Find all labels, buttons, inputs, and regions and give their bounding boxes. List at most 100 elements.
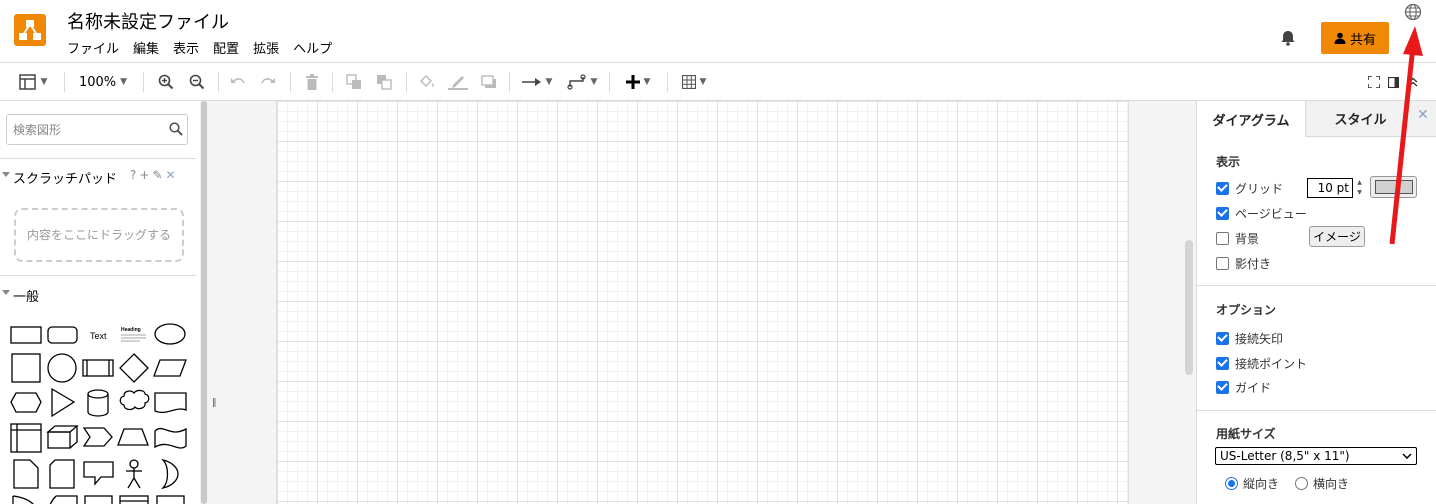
- grid-color-button[interactable]: [1370, 176, 1417, 198]
- menu-edit[interactable]: 編集: [133, 38, 165, 58]
- menu-extras[interactable]: 拡張: [253, 38, 285, 58]
- format-panel-button[interactable]: [1385, 63, 1401, 101]
- shape-textbox[interactable]: Heading: [121, 327, 146, 342]
- canvas-vertical-scrollbar[interactable]: [1185, 240, 1193, 375]
- fill-color-button[interactable]: [416, 63, 438, 101]
- shape-tape[interactable]: [154, 427, 187, 449]
- shadow-button[interactable]: [478, 63, 500, 101]
- paper-size-select[interactable]: US-Letter (8,5" x 11"): [1215, 447, 1417, 465]
- shape-internal-storage[interactable]: [10, 423, 42, 453]
- format-panel: ダイアグラム スタイル 表示 グリッド ページビュー 背景 影付き オプション …: [1196, 101, 1436, 504]
- pageview-checkbox[interactable]: [1216, 206, 1229, 220]
- delete-button[interactable]: [302, 63, 322, 101]
- shape-process[interactable]: [82, 359, 114, 377]
- scratchpad-header[interactable]: スクラッチパッド ? + ✎ ✕: [0, 166, 200, 188]
- edit-icon[interactable]: ✎: [152, 168, 162, 182]
- connection-points-checkbox[interactable]: [1216, 356, 1229, 370]
- format-panel-toggle-button[interactable]: ▼: [12, 63, 54, 101]
- grid-size-input[interactable]: [1307, 178, 1353, 198]
- shape-data-storage[interactable]: [48, 495, 78, 504]
- shape-cloud[interactable]: [119, 389, 150, 411]
- shape-swimlane[interactable]: [119, 495, 149, 504]
- shape-card[interactable]: [49, 459, 75, 489]
- add-icon[interactable]: +: [139, 168, 149, 182]
- guides-checkbox[interactable]: [1216, 380, 1229, 394]
- connection-points-option[interactable]: 接続ポイント: [1216, 354, 1307, 372]
- menu-arrange[interactable]: 配置: [213, 38, 245, 58]
- portrait-radio[interactable]: [1225, 476, 1238, 490]
- shape-rectangle[interactable]: [10, 326, 42, 344]
- zoom-dropdown[interactable]: 100% ▼: [72, 63, 134, 101]
- grid-checkbox[interactable]: [1216, 181, 1229, 195]
- general-section-header[interactable]: 一般: [0, 284, 200, 306]
- background-image-button[interactable]: イメージ: [1309, 226, 1365, 247]
- background-option[interactable]: 背景: [1216, 229, 1259, 247]
- pageview-option[interactable]: ページビュー: [1216, 204, 1307, 222]
- pageview-label: ページビュー: [1235, 206, 1307, 221]
- connection-arrows-checkbox[interactable]: [1216, 331, 1229, 345]
- sidebar-scrollbar-thumb[interactable]: [201, 101, 207, 504]
- shape-text[interactable]: Text: [90, 331, 107, 341]
- waypoints-dropdown[interactable]: ▼: [563, 63, 601, 101]
- help-icon[interactable]: ?: [130, 168, 136, 182]
- zoom-out-button[interactable]: [186, 63, 208, 101]
- shape-ellipse[interactable]: [154, 323, 186, 345]
- shape-actor[interactable]: [126, 459, 142, 489]
- shape-cylinder[interactable]: [87, 389, 109, 417]
- document-title[interactable]: 名称未設定ファイル: [67, 8, 229, 34]
- shape-callout[interactable]: [83, 461, 114, 486]
- shape-note[interactable]: [13, 459, 39, 489]
- guides-option[interactable]: ガイド: [1216, 378, 1271, 396]
- menu-view[interactable]: 表示: [173, 38, 205, 58]
- notification-bell-icon[interactable]: [1278, 28, 1298, 48]
- zoom-in-button[interactable]: [155, 63, 177, 101]
- menu-file[interactable]: ファイル: [67, 38, 125, 58]
- fullscreen-button[interactable]: [1365, 63, 1383, 101]
- menu-help[interactable]: ヘルプ: [293, 38, 338, 58]
- scratchpad-dropzone[interactable]: 内容をここにドラッグする: [14, 208, 184, 262]
- shadow-option[interactable]: 影付き: [1216, 254, 1271, 272]
- shape-cube[interactable]: [46, 425, 79, 449]
- shape-document[interactable]: [154, 392, 187, 414]
- shape-rounded-rectangle[interactable]: [47, 326, 78, 344]
- tab-style[interactable]: スタイル: [1305, 101, 1415, 137]
- shape-parallelogram[interactable]: [153, 359, 187, 377]
- to-front-button[interactable]: [343, 63, 365, 101]
- undo-button[interactable]: [228, 63, 248, 101]
- shape-hexagon[interactable]: [10, 392, 42, 413]
- shape-trapezoid[interactable]: [117, 428, 149, 446]
- shape-search-input[interactable]: [6, 114, 188, 145]
- shape-circle[interactable]: [47, 353, 77, 383]
- shape-container[interactable]: [84, 495, 113, 504]
- shape-step[interactable]: [82, 427, 113, 447]
- redo-button[interactable]: [258, 63, 278, 101]
- close-icon[interactable]: ✕: [166, 168, 176, 182]
- shape-or[interactable]: [160, 458, 179, 490]
- shape-triangle[interactable]: [51, 387, 76, 418]
- insert-dropdown[interactable]: ▼: [619, 63, 657, 101]
- share-button[interactable]: 共有: [1321, 22, 1389, 54]
- grid-size-stepper[interactable]: ▲ ▼: [1354, 178, 1365, 198]
- close-panel-icon[interactable]: ✕: [1417, 107, 1429, 123]
- sidebar-resize-grip[interactable]: ‖: [212, 398, 217, 408]
- table-dropdown[interactable]: ▼: [676, 63, 712, 101]
- line-color-button[interactable]: [446, 63, 470, 101]
- diagram-page[interactable]: [276, 101, 1129, 504]
- landscape-radio[interactable]: [1295, 476, 1309, 490]
- collapse-toolbar-button[interactable]: [1405, 63, 1421, 101]
- to-back-button[interactable]: [373, 63, 395, 101]
- drawio-logo-icon[interactable]: [14, 14, 46, 46]
- shape-delay[interactable]: [12, 495, 38, 504]
- shape-list[interactable]: [156, 495, 185, 504]
- shape-diamond[interactable]: [119, 353, 149, 383]
- diagram-canvas[interactable]: [208, 101, 1196, 504]
- tab-diagram[interactable]: ダイアグラム: [1197, 101, 1305, 137]
- background-checkbox[interactable]: [1216, 231, 1229, 245]
- shadow-checkbox[interactable]: [1216, 256, 1229, 270]
- search-icon[interactable]: [169, 121, 185, 137]
- language-globe-icon[interactable]: [1404, 3, 1422, 21]
- connection-arrows-option[interactable]: 接続矢印: [1216, 329, 1283, 347]
- grid-option[interactable]: グリッド: [1216, 179, 1283, 197]
- connection-style-dropdown[interactable]: ▼: [518, 63, 556, 101]
- shape-square[interactable]: [11, 353, 41, 383]
